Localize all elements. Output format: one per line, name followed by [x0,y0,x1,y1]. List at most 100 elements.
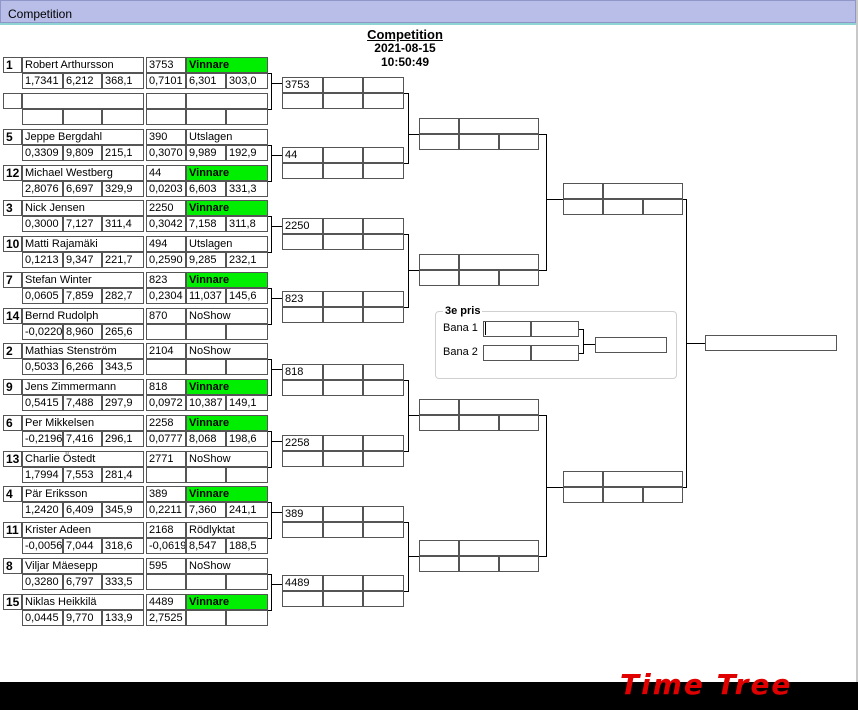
car-number: 44 [146,165,186,181]
seed-spacer [3,252,22,268]
round2-car-number[interactable]: 2258 [282,435,323,451]
seed-spacer [3,73,22,89]
round3-cell[interactable] [419,399,459,415]
car-number: 870 [146,308,186,324]
round3-cell [459,540,539,556]
bracket-line [546,134,547,271]
semifinal-cell[interactable] [563,471,603,487]
seed-cell: 6 [3,415,22,431]
bracket-line [272,155,282,156]
driver-name[interactable]: Stefan Winter [22,272,144,288]
status-badge: Vinnare [186,272,268,288]
speed-2: 192,9 [226,145,268,161]
car-number: 823 [146,272,186,288]
bracket-line [272,226,282,227]
driver-name[interactable]: Niklas Heikkilä [22,594,144,610]
seed-spacer [3,538,22,554]
speed: 221,7 [102,252,144,268]
driver-name[interactable]: Jens Zimmermann [22,379,144,395]
driver-name[interactable]: Michael Westberg [22,165,144,181]
round3-et [459,270,499,286]
round2-speed [363,307,404,323]
bracket-line [271,574,272,611]
speed: 343,5 [102,359,144,375]
driver-name[interactable]: Krister Adeen [22,522,144,538]
driver-name[interactable]: Matti Rajamäki [22,236,144,252]
semifinal-et [603,487,643,503]
driver-name[interactable]: Robert Arthursson [22,57,144,73]
round2-car-number[interactable]: 4489 [282,575,323,591]
seed-spacer [3,502,22,518]
elapsed-time-2: 11,037 [186,288,226,304]
bracket-line [539,415,546,416]
round2-et [323,522,363,538]
status-badge: NoShow [186,308,268,324]
elapsed-time: 9,347 [63,252,102,268]
car-number: 2771 [146,451,186,467]
speed-2 [226,359,268,375]
lane2-label: Bana 2 [443,346,478,358]
car-number: 389 [146,486,186,502]
seed-spacer [3,216,22,232]
round2-car-number[interactable]: 3753 [282,77,323,93]
status-badge: Vinnare [186,165,268,181]
semifinal-cell[interactable] [563,183,603,199]
driver-name[interactable]: Viljar Mäesepp [22,558,144,574]
elapsed-time: 6,697 [63,181,102,197]
round2-et [323,234,363,250]
elapsed-time: 7,044 [63,538,102,554]
reaction-time: 1,7341 [22,73,63,89]
seed-spacer [3,359,22,375]
speed-2: 145,6 [226,288,268,304]
speed: 215,1 [102,145,144,161]
round2-cell [363,364,404,380]
seed-cell [3,93,22,109]
bracket-line [546,487,563,488]
driver-name[interactable]: Nick Jensen [22,200,144,216]
elapsed-time-2: 8,547 [186,538,226,554]
reaction-time-2 [146,467,186,483]
speed-2: 311,8 [226,216,268,232]
seed-spacer [3,288,22,304]
car-number: 595 [146,558,186,574]
round3-speed [499,415,539,431]
title-bar[interactable]: Competition [0,0,856,23]
driver-name[interactable]: Jeppe Bergdahl [22,129,144,145]
reaction-time: 0,0605 [22,288,63,304]
status-badge: Vinnare [186,57,268,73]
round2-cell [363,575,404,591]
round2-rt [282,234,323,250]
speed: 368,1 [102,73,144,89]
bracket-line [408,556,419,557]
final-winner-cell[interactable] [705,335,837,351]
speed: 133,9 [102,610,144,626]
round2-rt [282,93,323,109]
round3-cell[interactable] [419,254,459,270]
round2-car-number[interactable]: 389 [282,506,323,522]
bracket-line [686,343,705,344]
driver-name[interactable]: Per Mikkelsen [22,415,144,431]
round2-cell [363,77,404,93]
reaction-time: 0,5415 [22,395,63,411]
driver-name[interactable]: Mathias Stenström [22,343,144,359]
car-number: 2258 [146,415,186,431]
round2-car-number[interactable]: 2250 [282,218,323,234]
driver-name[interactable]: Pär Eriksson [22,486,144,502]
round2-car-number[interactable]: 823 [282,291,323,307]
driver-name[interactable]: Bernd Rudolph [22,308,144,324]
car-number: 2168 [146,522,186,538]
semifinal-et [603,199,643,215]
round2-rt [282,163,323,179]
round2-car-number[interactable]: 44 [282,147,323,163]
elapsed-time: 7,127 [63,216,102,232]
round3-cell[interactable] [419,540,459,556]
seed-spacer [3,109,22,125]
driver-name[interactable]: Charlie Östedt [22,451,144,467]
round3-cell[interactable] [419,118,459,134]
elapsed-time-2 [186,610,226,626]
round2-car-number[interactable]: 818 [282,364,323,380]
status-badge: Vinnare [186,415,268,431]
driver-name[interactable] [22,93,144,109]
elapsed-time-2 [186,467,226,483]
seed-cell: 2 [3,343,22,359]
